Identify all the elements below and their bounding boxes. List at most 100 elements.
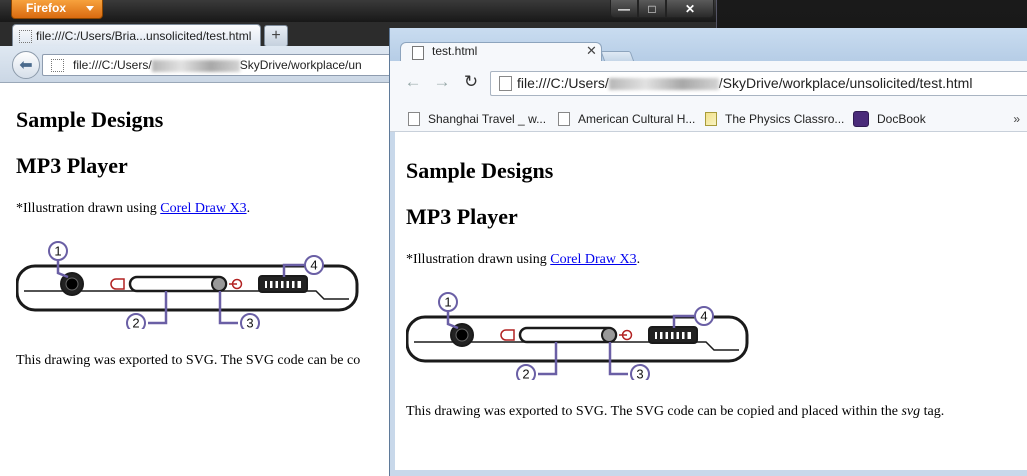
page-icon bbox=[19, 30, 32, 43]
mp3-player-illustration: 1 2 3 4 bbox=[16, 241, 359, 330]
hold-slider-knob bbox=[211, 276, 227, 292]
chrome-page-viewport: Sample Designs MP3 Player *Illustration … bbox=[395, 132, 1027, 470]
maximize-icon: □ bbox=[648, 1, 656, 16]
page-heading-mp3-player: MP3 Player bbox=[406, 204, 518, 229]
new-tab-button[interactable]: + bbox=[264, 25, 288, 47]
bookmark-physics-classroom[interactable]: The Physics Classro... bbox=[705, 107, 844, 131]
firefox-titlebar: Firefox — □ ✕ bbox=[0, 0, 716, 22]
firefox-window-controls: — □ ✕ bbox=[610, 0, 714, 19]
firefox-tab[interactable]: file:///C:/Users/Bria...unsolicited/test… bbox=[12, 24, 261, 47]
callout-label: 4 bbox=[700, 309, 707, 324]
corel-draw-link[interactable]: Corel Draw X3 bbox=[550, 252, 636, 267]
chrome-window-frame-bottom bbox=[390, 470, 1027, 476]
chrome-window: test.html ✕ ← → ↻ file:///C:/Users/ /SkyD… bbox=[389, 28, 1027, 476]
redacted-username bbox=[608, 78, 719, 91]
dropdown-arrow-icon bbox=[86, 6, 94, 11]
illustration-credit: *Illustration drawn using Corel Draw X3. bbox=[406, 252, 640, 268]
usb-port-pin bbox=[294, 281, 298, 288]
illustration-credit-suffix: . bbox=[246, 201, 251, 216]
url-suffix: SkyDrive/workplace/un bbox=[239, 58, 362, 72]
page-icon bbox=[558, 111, 570, 126]
corel-draw-link[interactable]: Corel Draw X3 bbox=[160, 201, 246, 216]
tab-title: file:///C:/Users/Bria...unsolicited/test… bbox=[36, 29, 252, 43]
chrome-toolbar: ← → ↻ file:///C:/Users/ /SkyDrive/workpla… bbox=[390, 61, 1027, 107]
chrome-tab[interactable]: test.html ✕ bbox=[400, 42, 602, 62]
usb-port-pin bbox=[267, 281, 270, 288]
export-description-prefix: This drawing was exported to SVG. The SV… bbox=[406, 404, 902, 419]
bookmark-american-cultural[interactable]: American Cultural H... bbox=[558, 107, 695, 131]
callout-label: 4 bbox=[310, 258, 317, 273]
usb-port-pin bbox=[684, 332, 688, 339]
chrome-tab-strip: test.html ✕ bbox=[390, 28, 1027, 65]
forward-arrow-icon: → bbox=[433, 72, 451, 91]
bookmark-label: The Physics Classro... bbox=[725, 112, 845, 126]
tab-title: test.html bbox=[432, 44, 478, 58]
headphone-jack-inner bbox=[455, 328, 469, 342]
bookmark-shanghai-travel[interactable]: Shanghai Travel _ w... bbox=[408, 107, 546, 131]
headphone-jack-inner bbox=[65, 277, 79, 291]
url-prefix: file:///C:/Users/ bbox=[73, 58, 152, 72]
usb-port-pin bbox=[283, 281, 287, 288]
hold-slider-knob bbox=[601, 327, 617, 343]
tab-close-icon[interactable]: ✕ bbox=[586, 42, 597, 60]
page-icon bbox=[408, 111, 420, 126]
usb-port-pin bbox=[272, 281, 276, 288]
callout-label: 1 bbox=[444, 295, 451, 310]
back-button[interactable]: ← bbox=[402, 71, 424, 93]
export-description-suffix: tag. bbox=[920, 404, 945, 419]
back-arrow-icon: ⬅ bbox=[19, 57, 33, 74]
close-icon: ✕ bbox=[684, 1, 696, 16]
usb-port-pin bbox=[289, 281, 292, 288]
chrome-address-bar[interactable]: file:///C:/Users/ /SkyDrive/workplace/uns… bbox=[490, 71, 1027, 96]
bookmarks-bar: Shanghai Travel _ w... American Cultural… bbox=[390, 107, 1027, 132]
page-heading-sample-designs: Sample Designs bbox=[406, 158, 554, 183]
chrome-page-content: Sample Designs MP3 Player *Illustration … bbox=[406, 156, 1026, 466]
callout-label: 1 bbox=[54, 244, 61, 259]
illustration-credit-prefix: *Illustration drawn using bbox=[16, 201, 161, 216]
bookmark-label: American Cultural H... bbox=[578, 112, 696, 126]
bookmark-docbook[interactable]: DocBook bbox=[853, 107, 926, 131]
callout-label: 2 bbox=[132, 316, 139, 330]
usb-port-pin bbox=[657, 332, 660, 339]
bookmarks-overflow-button[interactable]: » bbox=[1013, 107, 1020, 131]
firefox-address-bar[interactable]: file:///C:/Users/SkyDrive/workplace/un bbox=[42, 54, 404, 76]
callout-label: 3 bbox=[246, 316, 253, 330]
url-prefix: file:///C:/Users/ bbox=[517, 75, 609, 91]
usb-port-pin bbox=[679, 332, 682, 339]
reload-button[interactable]: ↻ bbox=[460, 71, 482, 93]
redacted-username bbox=[151, 59, 240, 72]
physics-classroom-icon bbox=[705, 111, 717, 126]
bookmark-label: Shanghai Travel _ w... bbox=[428, 112, 547, 126]
export-description-truncated: This drawing was exported to SVG. The SV… bbox=[16, 353, 361, 368]
docbook-icon bbox=[853, 110, 869, 127]
usb-port-pin bbox=[278, 281, 281, 288]
minimize-button[interactable]: — bbox=[610, 0, 638, 18]
page-heading-sample-designs: Sample Designs bbox=[16, 107, 164, 132]
illustration-credit-suffix: . bbox=[636, 252, 641, 267]
forward-button[interactable]: → bbox=[431, 71, 453, 93]
callout-label: 3 bbox=[636, 367, 643, 381]
back-button[interactable]: ⬅ bbox=[12, 51, 40, 79]
callout-label: 2 bbox=[522, 367, 529, 381]
close-button[interactable]: ✕ bbox=[666, 0, 714, 18]
page-icon bbox=[51, 59, 64, 72]
firefox-menu-label: Firefox bbox=[26, 1, 67, 15]
back-arrow-icon: ← bbox=[404, 72, 422, 91]
reload-icon: ↻ bbox=[463, 72, 479, 91]
maximize-button[interactable]: □ bbox=[638, 0, 666, 18]
page-icon bbox=[412, 46, 424, 60]
svg-tag-name: svg bbox=[901, 404, 921, 419]
mp3-player-illustration: 1 2 3 4 bbox=[406, 292, 749, 381]
illustration-credit-prefix: *Illustration drawn using bbox=[406, 252, 551, 267]
chrome-url-text: file:///C:/Users/ /SkyDrive/workplace/uns… bbox=[517, 72, 972, 95]
export-description: This drawing was exported to SVG. The SV… bbox=[406, 404, 944, 420]
bookmark-label: DocBook bbox=[877, 112, 926, 126]
minimize-icon: — bbox=[618, 1, 630, 16]
usb-port-pin bbox=[673, 332, 677, 339]
url-suffix: /SkyDrive/workplace/unsolicited/test.htm… bbox=[718, 75, 973, 91]
usb-port-pin bbox=[668, 332, 671, 339]
page-heading-mp3-player: MP3 Player bbox=[16, 153, 128, 178]
page-icon bbox=[499, 76, 512, 91]
firefox-menu-button[interactable]: Firefox bbox=[11, 0, 103, 19]
illustration-credit: *Illustration drawn using Corel Draw X3. bbox=[16, 201, 250, 217]
